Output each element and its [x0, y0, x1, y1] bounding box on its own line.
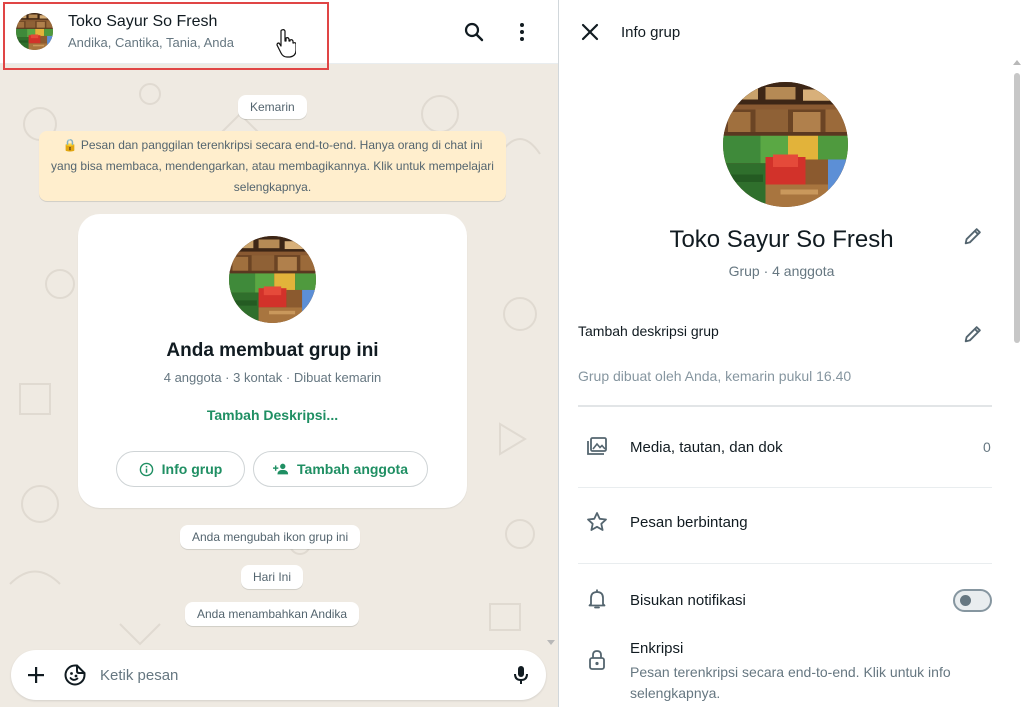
message-input[interactable] — [100, 660, 480, 690]
search-icon[interactable] — [462, 20, 486, 44]
card-title: Anda membuat grup ini — [166, 340, 379, 361]
add-person-icon — [273, 463, 289, 475]
mute-notifications-row[interactable]: Bisukan notifikasi — [559, 572, 1004, 628]
group-info-button[interactable]: Info grup — [116, 451, 245, 487]
date-pill-yesterday: Kemarin — [238, 95, 307, 119]
group-created-info: Grup dibuat oleh Anda, kemarin pukul 16.… — [578, 368, 852, 384]
scroll-down-arrow-icon[interactable] — [546, 639, 556, 647]
group-info-button-label: Info grup — [161, 461, 223, 477]
chat-members: Andika, Cantika, Tania, Anda — [68, 35, 234, 50]
media-icon — [587, 437, 607, 455]
bell-icon — [588, 589, 606, 609]
group-member-count: Grup · 4 anggota — [728, 263, 835, 279]
scroll-up-arrow-icon[interactable] — [1012, 58, 1022, 66]
edit-name-pencil-icon[interactable] — [962, 225, 984, 247]
info-icon — [139, 462, 153, 476]
group-info-pane: Info grup Toko Sayur So Fresh Grup · 4 a… — [559, 0, 1024, 707]
encryption-row-label: Enkripsi — [630, 640, 684, 657]
section-divider — [578, 405, 992, 407]
mute-row-label: Bisukan notifikasi — [630, 592, 746, 609]
starred-row-label: Pesan berbintang — [630, 514, 748, 531]
group-card-avatar — [229, 236, 316, 323]
group-created-card: Anda membuat grup ini 4 anggota · 3 kont… — [78, 214, 467, 508]
date-pill-today: Hari Ini — [241, 565, 304, 589]
chat-title[interactable]: Toko Sayur So Fresh — [68, 13, 217, 31]
hand-cursor-icon — [276, 29, 296, 58]
system-message: Anda menambahkan Andika — [185, 602, 360, 626]
lock-icon — [589, 650, 605, 670]
group-name: Toko Sayur So Fresh — [669, 226, 894, 253]
encryption-notice[interactable]: 🔒 Pesan dan panggilan terenkripsi secara… — [39, 131, 506, 201]
sticker-icon[interactable] — [63, 663, 87, 687]
mute-toggle[interactable] — [953, 589, 992, 612]
encryption-description: Pesan terenkripsi secara end-to-end. Kli… — [630, 664, 951, 701]
scrollbar-thumb[interactable] — [1014, 73, 1020, 343]
info-header: Info grup — [559, 0, 1024, 64]
row-divider — [578, 563, 992, 564]
add-member-button[interactable]: Tambah anggota — [253, 451, 428, 487]
card-meta: 4 anggota · 3 kontak · Dibuat kemarin — [163, 370, 382, 385]
system-message: Anda mengubah ikon grup ini — [180, 525, 361, 549]
add-group-description[interactable]: Tambah deskripsi grup — [578, 323, 719, 339]
close-icon[interactable] — [578, 20, 602, 44]
message-composer — [11, 650, 546, 700]
mic-icon[interactable] — [509, 663, 533, 687]
plus-icon[interactable] — [24, 663, 48, 687]
media-count: 0 — [983, 439, 991, 455]
menu-icon[interactable] — [510, 20, 534, 44]
row-divider — [578, 487, 992, 488]
toggle-knob — [960, 595, 971, 606]
edit-description-pencil-icon[interactable] — [962, 323, 984, 345]
starred-messages-row[interactable]: Pesan berbintang — [559, 495, 1004, 555]
star-icon — [587, 512, 607, 531]
add-description-link[interactable]: Tambah Deskripsi... — [78, 407, 467, 423]
add-member-button-label: Tambah anggota — [297, 461, 408, 477]
group-photo[interactable] — [723, 82, 848, 207]
info-title: Info grup — [621, 24, 681, 41]
media-row-label: Media, tautan, dan dok — [630, 439, 783, 456]
media-links-docs-row[interactable]: Media, tautan, dan dok — [559, 420, 1004, 480]
chat-pane: Toko Sayur So Fresh Andika, Cantika, Tan… — [0, 0, 558, 707]
group-avatar[interactable] — [16, 13, 53, 50]
